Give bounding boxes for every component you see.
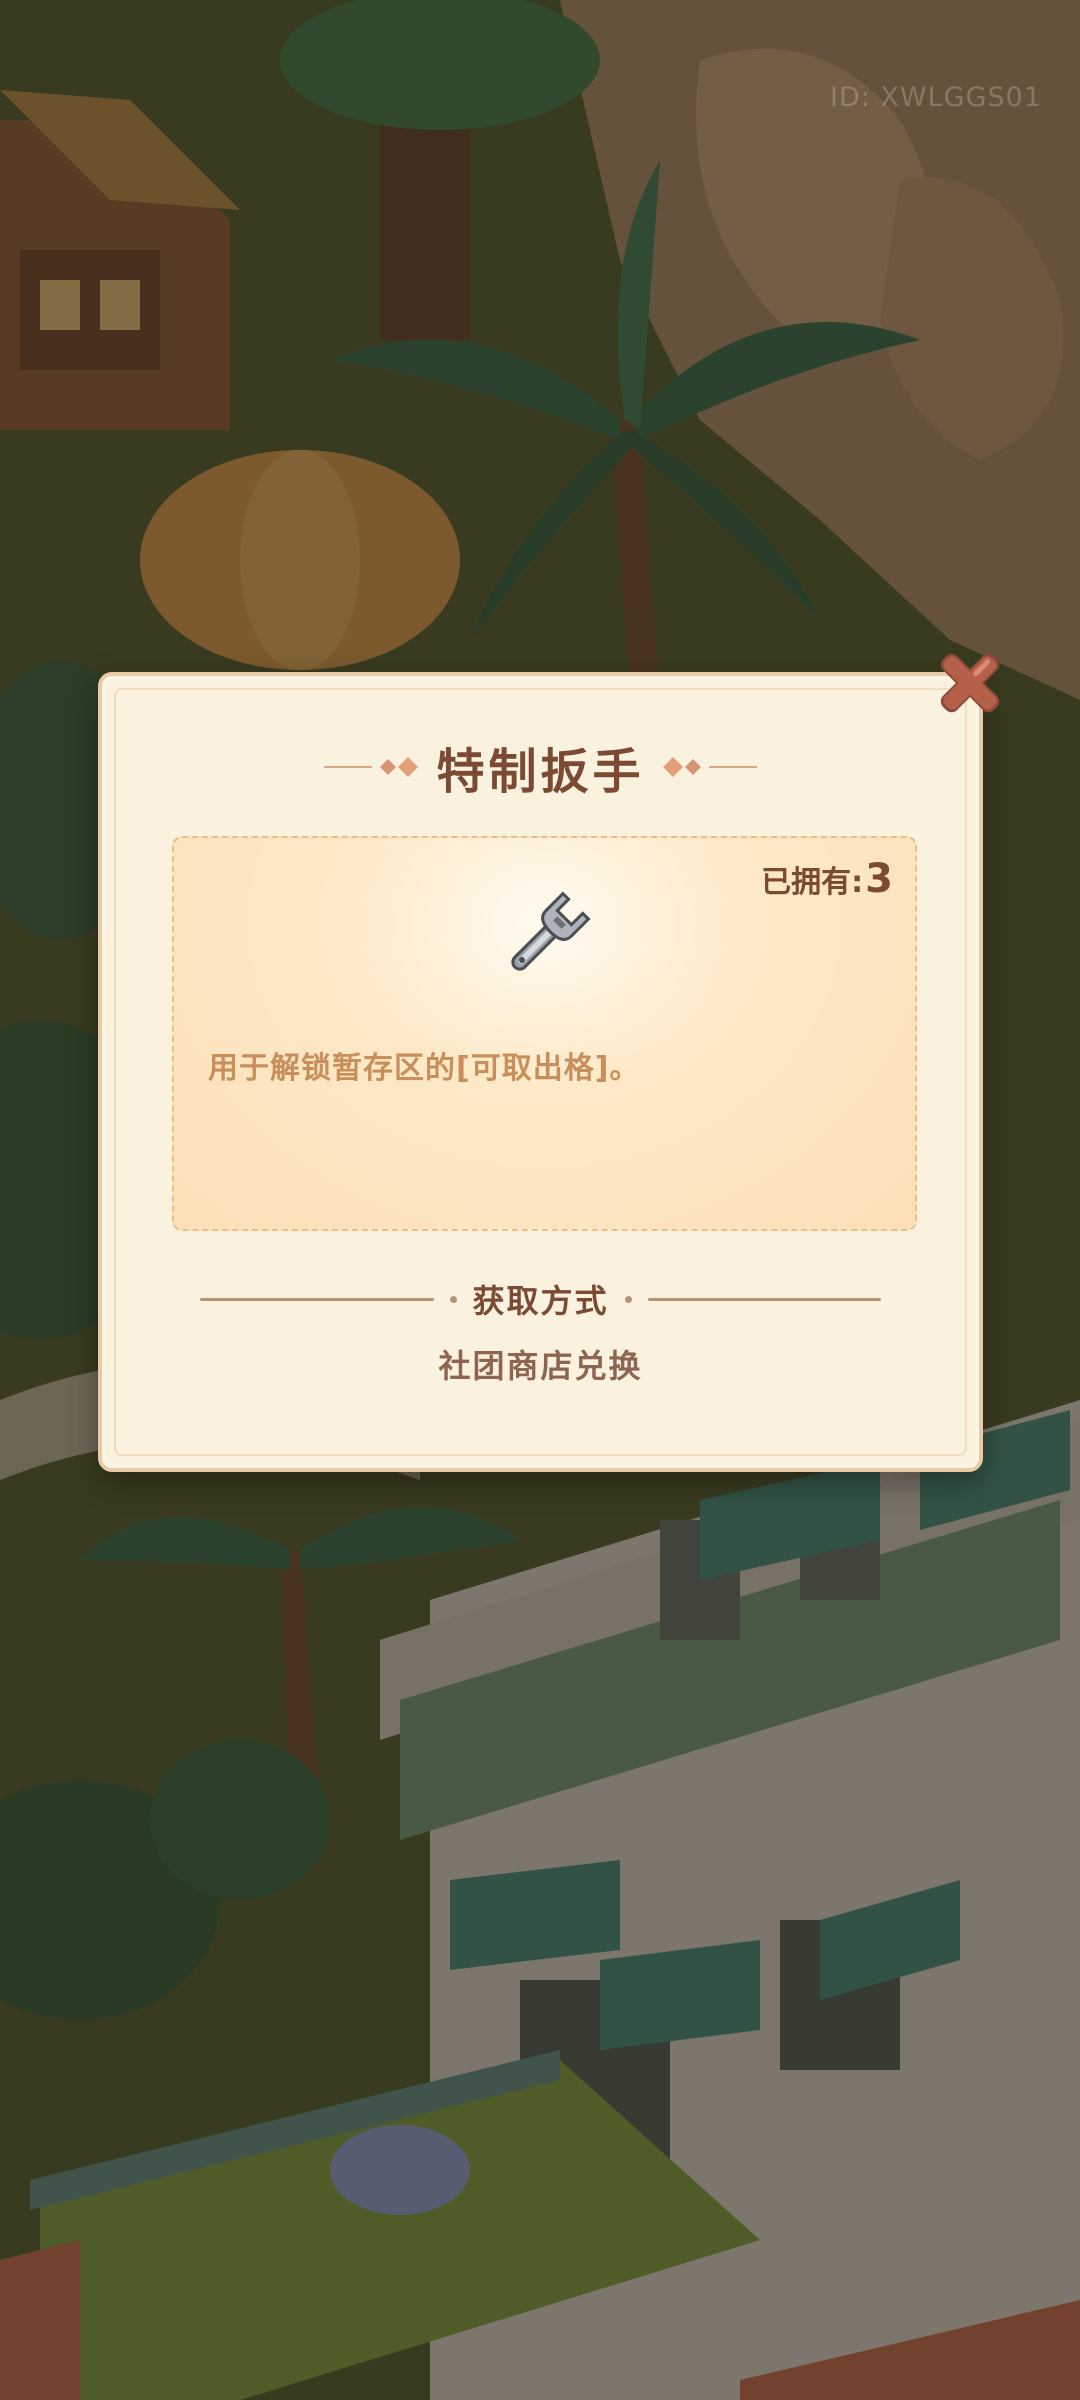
owned-count: 3	[865, 856, 893, 902]
user-id-watermark: ID: XWLGGS01	[829, 82, 1042, 113]
title-left-ornament	[324, 757, 419, 777]
obtain-section-label: 获取方式	[472, 1282, 609, 1320]
item-info-popup: 特制扳手 已拥有: 3 用于解锁暂存区的[可取出格]。 获取方式 社团商店兑换	[98, 672, 983, 1472]
game-screen: ID: XWLGGS01 特制扳手 已拥有: 3 用于解锁暂存区的[可取出格]。…	[0, 0, 1080, 2400]
obtain-method-text[interactable]: 社团商店兑换	[102, 1341, 979, 1387]
divider-line-right	[647, 1297, 882, 1301]
divider-dot-right	[624, 1295, 632, 1303]
obtain-divider: 获取方式	[200, 1276, 882, 1322]
item-description: 用于解锁暂存区的[可取出格]。	[208, 1051, 641, 1086]
divider-line-left	[200, 1297, 434, 1301]
owned-label: 已拥有:	[761, 865, 864, 900]
close-button[interactable]	[930, 643, 1010, 723]
item-description-card: 已拥有: 3 用于解锁暂存区的[可取出格]。	[172, 836, 917, 1231]
owned-count-display: 已拥有: 3	[761, 856, 893, 902]
wrench-icon	[511, 891, 591, 971]
divider-dot-left	[449, 1295, 457, 1303]
item-title: 特制扳手	[436, 744, 645, 800]
title-right-ornament	[662, 757, 757, 777]
popup-title-row: 特制扳手	[102, 732, 979, 802]
close-icon	[940, 653, 1000, 713]
